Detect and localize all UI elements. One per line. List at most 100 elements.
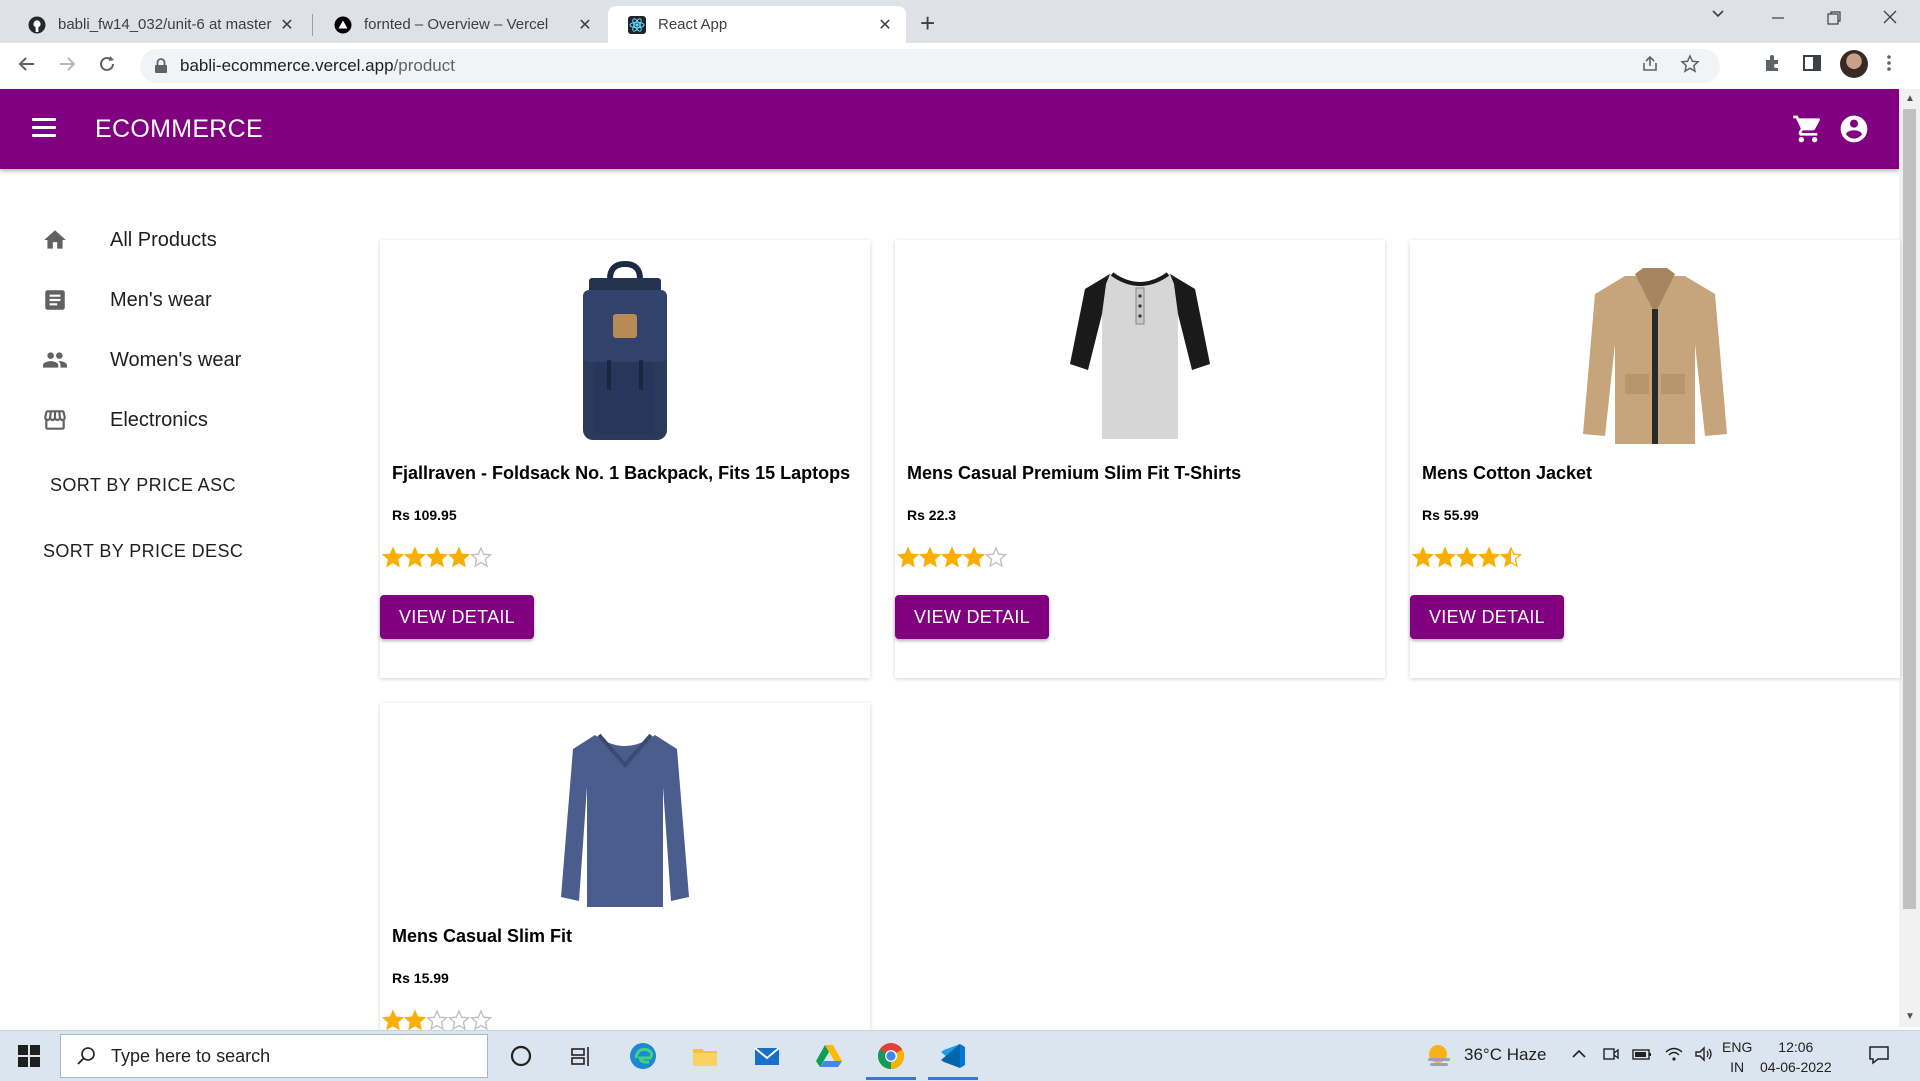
- star-filled-icon: [382, 1009, 404, 1031]
- star-empty-icon: [470, 546, 492, 568]
- sidebar-item-label: Men's wear: [110, 288, 212, 311]
- github-icon: [28, 16, 46, 34]
- star-half-icon: [1500, 546, 1522, 568]
- tab-github[interactable]: babli_fw14_032/unit-6 at master ✕: [8, 6, 308, 43]
- product-price: Rs 109.95: [392, 507, 457, 523]
- page-scrollbar[interactable]: ▲ ▼: [1899, 89, 1920, 1027]
- windows-start-icon[interactable]: [18, 1045, 40, 1067]
- new-tab-button[interactable]: +: [920, 8, 935, 39]
- meet-now-icon[interactable]: [1602, 1045, 1620, 1068]
- reload-icon[interactable]: [96, 53, 118, 81]
- sidebar-item-all-products[interactable]: All Products: [0, 210, 330, 270]
- star-filled-icon: [919, 546, 941, 568]
- product-image-tshirt: [1040, 254, 1240, 454]
- product-name: Mens Cotton Jacket: [1422, 463, 1593, 483]
- volume-icon[interactable]: [1694, 1045, 1714, 1068]
- language-indicator[interactable]: ENG IN: [1722, 1037, 1752, 1077]
- chrome-menu-icon[interactable]: [1886, 53, 1892, 79]
- star-empty-icon: [985, 546, 1007, 568]
- extensions-icon[interactable]: [1762, 53, 1782, 79]
- scroll-up-icon[interactable]: ▲: [1905, 93, 1915, 104]
- notification-icon[interactable]: [1868, 1045, 1890, 1070]
- sidebar-item-label: Women's wear: [110, 348, 242, 371]
- brand-title: ECOMMERCE: [95, 115, 263, 143]
- battery-icon[interactable]: [1632, 1045, 1652, 1068]
- sort-price-desc-button[interactable]: SORT BY PRICE DESC: [43, 541, 243, 562]
- mail-icon[interactable]: [752, 1041, 782, 1071]
- forward-icon[interactable]: [56, 53, 78, 81]
- vscode-icon[interactable]: [938, 1041, 968, 1071]
- edge-icon[interactable]: [628, 1041, 658, 1071]
- people-icon: [42, 347, 68, 373]
- product-image-jacket: [1555, 254, 1755, 454]
- sidebar-item-label: Electronics: [110, 408, 208, 431]
- chrome-icon[interactable]: [876, 1041, 906, 1071]
- account-circle-icon[interactable]: [1838, 113, 1870, 145]
- bookmark-star-icon[interactable]: [1680, 53, 1700, 79]
- minimize-icon[interactable]: [1770, 10, 1786, 31]
- product-price: Rs 22.3: [907, 507, 957, 523]
- address-bar[interactable]: babli-ecommerce.vercel.app/product: [140, 49, 1720, 83]
- taskbar-search-input[interactable]: Type here to search: [60, 1034, 488, 1078]
- product-name: Mens Casual Premium Slim Fit T-Shirts: [907, 463, 1242, 483]
- product-price: Rs 15.99: [392, 970, 449, 986]
- browser-tab-strip: babli_fw14_032/unit-6 at master ✕ fornte…: [0, 0, 1920, 43]
- tab-separator: [312, 14, 313, 36]
- weather-haze-icon[interactable]: [1424, 1041, 1454, 1071]
- cortana-icon[interactable]: [506, 1041, 536, 1071]
- react-icon: [628, 15, 646, 34]
- browser-toolbar: babli-ecommerce.vercel.app/product: [0, 43, 1920, 90]
- file-explorer-icon[interactable]: [690, 1041, 720, 1071]
- back-icon[interactable]: [16, 53, 38, 81]
- tab-title: React App: [658, 16, 728, 33]
- task-view-icon[interactable]: [566, 1041, 596, 1071]
- view-detail-button[interactable]: VIEW DETAIL: [380, 595, 534, 639]
- restore-icon[interactable]: [1826, 10, 1842, 31]
- product-price: Rs 55.99: [1422, 507, 1479, 523]
- cart-icon[interactable]: [1792, 113, 1824, 145]
- close-icon[interactable]: ✕: [572, 15, 598, 35]
- star-filled-icon: [897, 546, 919, 568]
- profile-avatar[interactable]: [1840, 50, 1868, 78]
- star-filled-icon: [382, 546, 404, 568]
- url-path: /product: [393, 56, 455, 75]
- close-icon[interactable]: ✕: [872, 15, 898, 35]
- scrollbar-thumb[interactable]: [1903, 109, 1916, 909]
- sidebar-item-electronics[interactable]: Electronics: [0, 390, 330, 450]
- close-icon[interactable]: ✕: [274, 15, 300, 35]
- side-panel-icon[interactable]: [1802, 53, 1822, 79]
- home-icon: [42, 227, 68, 253]
- search-placeholder: Type here to search: [111, 1045, 271, 1066]
- lang-code: ENG: [1722, 1039, 1753, 1055]
- google-drive-icon[interactable]: [814, 1041, 844, 1071]
- tab-vercel[interactable]: fornted – Overview – Vercel ✕: [314, 6, 606, 43]
- star-filled-icon: [426, 546, 448, 568]
- star-filled-icon: [941, 546, 963, 568]
- menu-icon[interactable]: [32, 118, 56, 140]
- star-filled-icon: [404, 1009, 426, 1031]
- sidebar-item-mens-wear[interactable]: Men's wear: [0, 270, 330, 330]
- vercel-icon: [334, 16, 352, 34]
- product-card: Mens Cotton Jacket Rs 55.99 VIEW DETAIL: [1410, 240, 1900, 678]
- product-card: Mens Casual Slim Fit Rs 15.99: [380, 703, 870, 1033]
- tab-search-chevron-icon[interactable]: [1710, 6, 1726, 27]
- clock[interactable]: 12:06 04-06-2022: [1760, 1037, 1832, 1077]
- product-card: Fjallraven - Foldsack No. 1 Backpack, Fi…: [380, 240, 870, 678]
- window-close-icon[interactable]: [1882, 9, 1898, 30]
- sort-price-asc-button[interactable]: SORT BY PRICE ASC: [50, 475, 236, 496]
- view-detail-button[interactable]: VIEW DETAIL: [895, 595, 1049, 639]
- product-image-backpack: [525, 254, 725, 454]
- tab-title: fornted – Overview – Vercel: [364, 16, 549, 33]
- show-hidden-icons[interactable]: [1570, 1045, 1588, 1068]
- rating-stars: [382, 546, 492, 568]
- star-filled-icon: [404, 546, 426, 568]
- sidebar-item-womens-wear[interactable]: Women's wear: [0, 330, 330, 390]
- tab-react-app[interactable]: React App ✕: [608, 6, 906, 43]
- star-filled-icon: [448, 546, 470, 568]
- scroll-down-icon[interactable]: ▼: [1905, 1011, 1915, 1022]
- url-text: babli-ecommerce.vercel.app/product: [180, 56, 455, 76]
- view-detail-button[interactable]: VIEW DETAIL: [1410, 595, 1564, 639]
- share-icon[interactable]: [1640, 54, 1660, 79]
- product-name: Mens Casual Slim Fit: [392, 926, 573, 946]
- wifi-icon[interactable]: [1664, 1045, 1684, 1068]
